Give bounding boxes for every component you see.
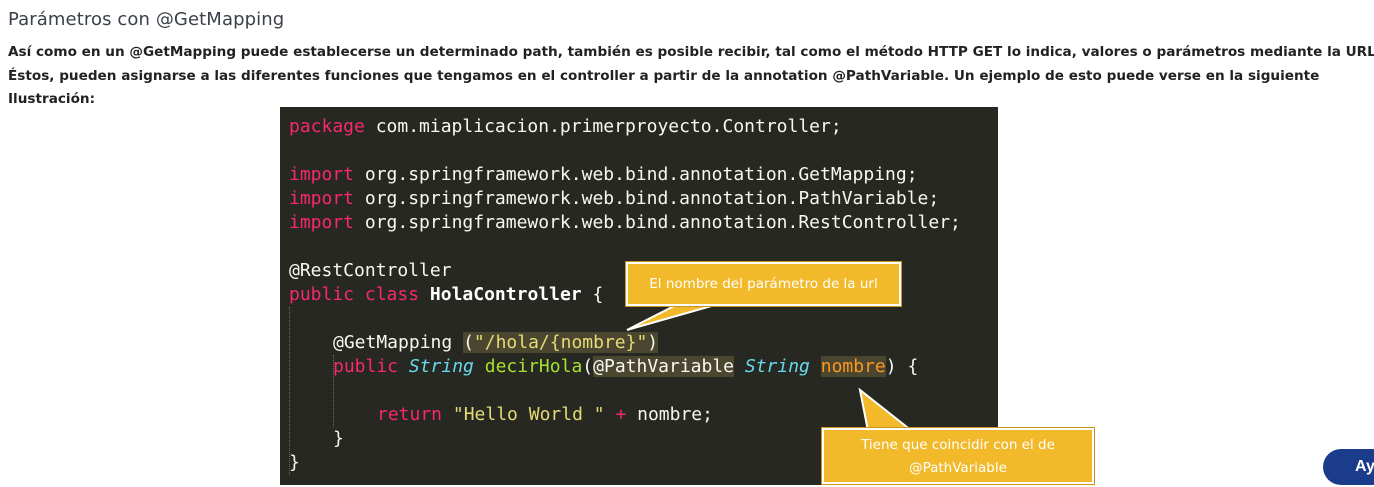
callout-top-pointer — [626, 302, 723, 331]
callout-bottom-pointer — [858, 387, 915, 432]
callout-match-pathvariable: Tiene que coincidir con el de @PathVaria… — [822, 428, 1094, 484]
callout-url-parameter: El nombre del parámetro de la url — [626, 262, 901, 306]
callout-pointers — [626, 302, 915, 432]
callout-line: @PathVariable — [909, 460, 1007, 476]
help-button[interactable]: Ay — [1323, 449, 1374, 485]
callout-line: Tiene que coincidir con el de — [861, 437, 1055, 453]
